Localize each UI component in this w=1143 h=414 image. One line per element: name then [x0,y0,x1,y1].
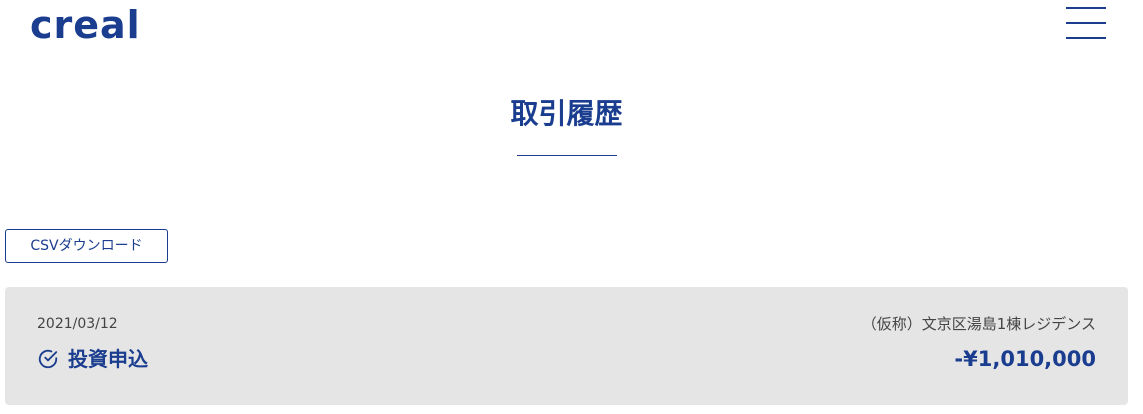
creal-logo[interactable]: creal [30,2,141,48]
csv-download-button[interactable]: CSVダウンロード [5,229,168,263]
menu-bar-bottom [1066,37,1106,39]
transaction-type: 投資申込 [37,344,148,374]
hamburger-menu-button[interactable] [1066,7,1108,39]
check-circle-icon [38,349,58,369]
page-title: 取引履歴 [510,97,623,130]
page: creal 取引履歴 CSVダウンロード 2021/03/12 投資申込 （仮称… [0,0,1143,414]
transaction-card[interactable]: 2021/03/12 投資申込 （仮称）文京区湯島1棟レジデンス -¥1,010… [5,287,1128,405]
menu-bar-top [1066,7,1106,9]
menu-bar-middle [1066,22,1106,24]
transaction-amount: -¥1,010,000 [954,347,1096,371]
transaction-type-label: 投資申込 [68,347,148,371]
transaction-property: （仮称）文京区湯島1棟レジデンス [861,315,1096,333]
title-underline [517,155,617,156]
transaction-date: 2021/03/12 [37,316,118,332]
